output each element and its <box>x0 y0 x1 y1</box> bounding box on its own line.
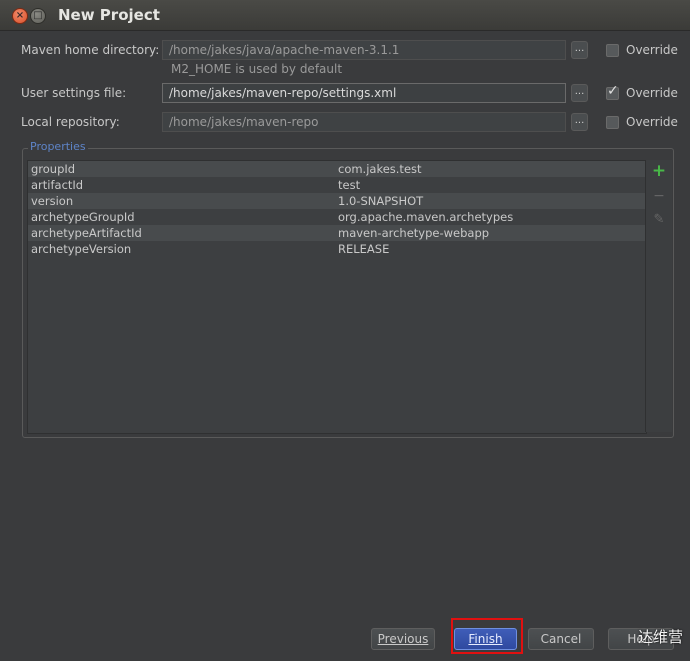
local-repository-override-label: Override <box>626 115 678 129</box>
property-value: org.apache.maven.archetypes <box>338 210 514 224</box>
property-value: com.jakes.test <box>338 162 422 176</box>
table-row[interactable]: archetypeVersion RELEASE <box>28 241 646 257</box>
previous-button[interactable]: Previous <box>371 628 435 650</box>
user-settings-label: User settings file: <box>21 86 127 100</box>
finish-highlight-box <box>451 618 523 654</box>
property-key: archetypeGroupId <box>31 210 135 224</box>
table-row[interactable]: artifactId test <box>28 177 646 193</box>
property-key: groupId <box>31 162 76 176</box>
table-row[interactable]: groupId com.jakes.test <box>28 161 646 177</box>
local-repository-input[interactable]: /home/jakes/maven-repo <box>162 112 566 132</box>
table-row[interactable]: archetypeGroupId org.apache.maven.archet… <box>28 209 646 225</box>
user-settings-override-label: Override <box>626 86 678 100</box>
property-key: archetypeArtifactId <box>31 226 142 240</box>
cancel-button[interactable]: Cancel <box>528 628 594 650</box>
title-bar: × □ New Project <box>0 0 690 31</box>
properties-toolbar: + − ✎ <box>645 160 672 432</box>
watermark: 达维营 <box>638 628 684 646</box>
close-icon[interactable]: × <box>12 8 28 24</box>
maven-home-override-label: Override <box>626 43 678 57</box>
maven-home-input[interactable]: /home/jakes/java/apache-maven-3.1.1 <box>162 40 566 60</box>
maven-home-override-checkbox[interactable] <box>606 44 619 57</box>
local-repository-label: Local repository: <box>21 115 120 129</box>
property-value: 1.0-SNAPSHOT <box>338 194 424 208</box>
property-value: RELEASE <box>338 242 390 256</box>
properties-group-title: Properties <box>28 140 88 153</box>
local-repository-override-checkbox[interactable] <box>606 116 619 129</box>
property-key: artifactId <box>31 178 84 192</box>
edit-icon[interactable]: ✎ <box>651 212 667 228</box>
maven-home-label: Maven home directory: <box>21 43 160 57</box>
table-row[interactable]: version 1.0-SNAPSHOT <box>28 193 646 209</box>
property-value: maven-archetype-webapp <box>338 226 490 240</box>
property-key: archetypeVersion <box>31 242 132 256</box>
maven-home-browse-button[interactable]: ... <box>571 41 588 59</box>
user-settings-browse-button[interactable]: ... <box>571 84 588 102</box>
local-repository-browse-button[interactable]: ... <box>571 113 588 131</box>
user-settings-input[interactable]: /home/jakes/maven-repo/settings.xml <box>162 83 566 103</box>
maven-home-hint: M2_HOME is used by default <box>171 62 343 76</box>
property-key: version <box>31 194 74 208</box>
user-settings-override-checkbox[interactable]: ✓ <box>606 83 619 100</box>
cancel-button-label: Cancel <box>540 632 582 646</box>
previous-button-label: Previous <box>377 632 429 646</box>
table-row[interactable]: archetypeArtifactId maven-archetype-weba… <box>28 225 646 241</box>
remove-icon[interactable]: − <box>651 188 667 204</box>
add-icon[interactable]: + <box>651 163 667 180</box>
window-title: New Project <box>58 6 160 24</box>
checkmark-icon: ✓ <box>607 83 619 99</box>
properties-table: groupId com.jakes.test artifactId test v… <box>27 160 647 434</box>
property-value: test <box>338 178 361 192</box>
maximize-icon[interactable]: □ <box>30 8 46 24</box>
